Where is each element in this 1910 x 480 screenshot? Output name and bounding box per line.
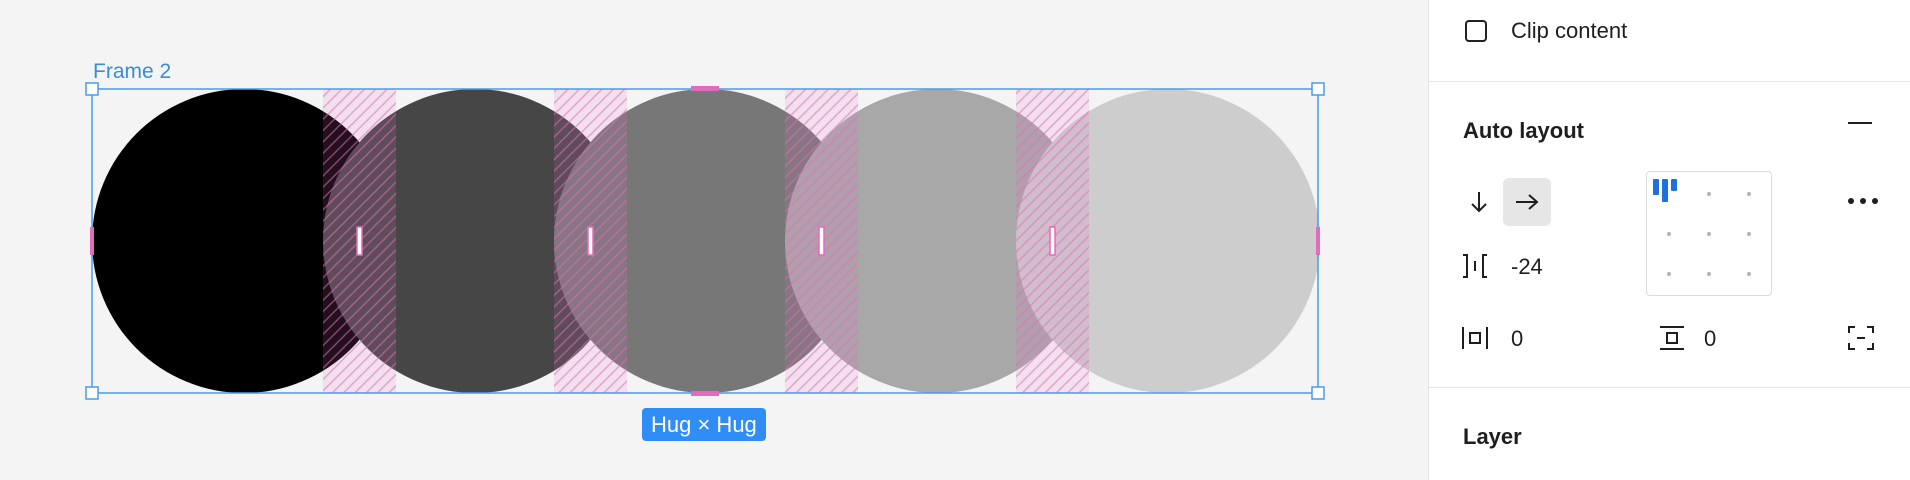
clip-content-checkbox[interactable] — [1465, 20, 1487, 42]
align-top-right-dot[interactable] — [1747, 192, 1751, 196]
divider — [1429, 81, 1910, 82]
alignment-indicator — [1653, 179, 1659, 195]
more-icon — [1848, 198, 1878, 204]
align-middle-left-dot[interactable] — [1667, 232, 1671, 236]
padding-handle-left[interactable] — [90, 227, 94, 255]
align-bottom-left-dot[interactable] — [1667, 272, 1671, 276]
align-bottom-right-dot[interactable] — [1747, 272, 1751, 276]
more-options-button[interactable] — [1845, 186, 1881, 216]
arrow-down-icon — [1471, 192, 1487, 213]
padding-handle-top[interactable] — [691, 86, 719, 91]
gap-value-input[interactable]: -24 — [1511, 254, 1543, 280]
frame-name-label[interactable]: Frame 2 — [93, 60, 171, 84]
padding-handle-right[interactable] — [1316, 227, 1320, 255]
horizontal-padding-icon — [1462, 327, 1488, 349]
gap-handle[interactable] — [356, 226, 363, 256]
vertical-padding-icon — [1660, 326, 1684, 350]
layer-section-title: Layer — [1463, 424, 1522, 449]
horizontal-direction-button[interactable] — [1503, 178, 1551, 226]
resize-handle[interactable] — [1311, 82, 1325, 96]
alignment-indicator — [1671, 179, 1677, 191]
size-badge[interactable]: Hug × Hug — [642, 408, 766, 441]
resize-handle[interactable] — [1311, 386, 1325, 400]
resize-handle[interactable] — [85, 82, 99, 96]
remove-auto-layout-button[interactable] — [1845, 108, 1875, 138]
align-bottom-center-dot[interactable] — [1707, 272, 1711, 276]
vertical-padding-input[interactable]: 0 — [1704, 326, 1716, 352]
clip-content-label: Clip content — [1511, 18, 1628, 43]
gap-handle[interactable] — [818, 226, 825, 256]
resize-handle[interactable] — [85, 386, 99, 400]
individual-padding-icon[interactable] — [1847, 325, 1875, 351]
design-canvas[interactable]: Frame 2 Hug × Hug — [0, 0, 1428, 480]
alignment-grid-dots — [1653, 179, 1751, 276]
align-top-center-dot[interactable] — [1707, 192, 1711, 196]
align-middle-right-dot[interactable] — [1747, 232, 1751, 236]
gap-handle[interactable] — [587, 226, 594, 256]
arrow-right-icon — [1516, 194, 1539, 210]
horizontal-padding-input[interactable]: 0 — [1511, 326, 1523, 352]
circles-layer — [92, 89, 1320, 393]
gap-handle[interactable] — [1049, 226, 1056, 256]
vertical-direction-button[interactable] — [1455, 178, 1503, 226]
alignment-grid[interactable] — [1646, 171, 1772, 296]
gap-icon — [1463, 254, 1487, 278]
auto-layout-title: Auto layout — [1463, 118, 1584, 143]
alignment-indicator — [1662, 179, 1668, 202]
padding-handle-bottom[interactable] — [691, 391, 719, 396]
align-center-dot[interactable] — [1707, 232, 1711, 236]
clip-content-row[interactable]: Clip content — [1429, 0, 1910, 80]
divider — [1429, 387, 1910, 388]
